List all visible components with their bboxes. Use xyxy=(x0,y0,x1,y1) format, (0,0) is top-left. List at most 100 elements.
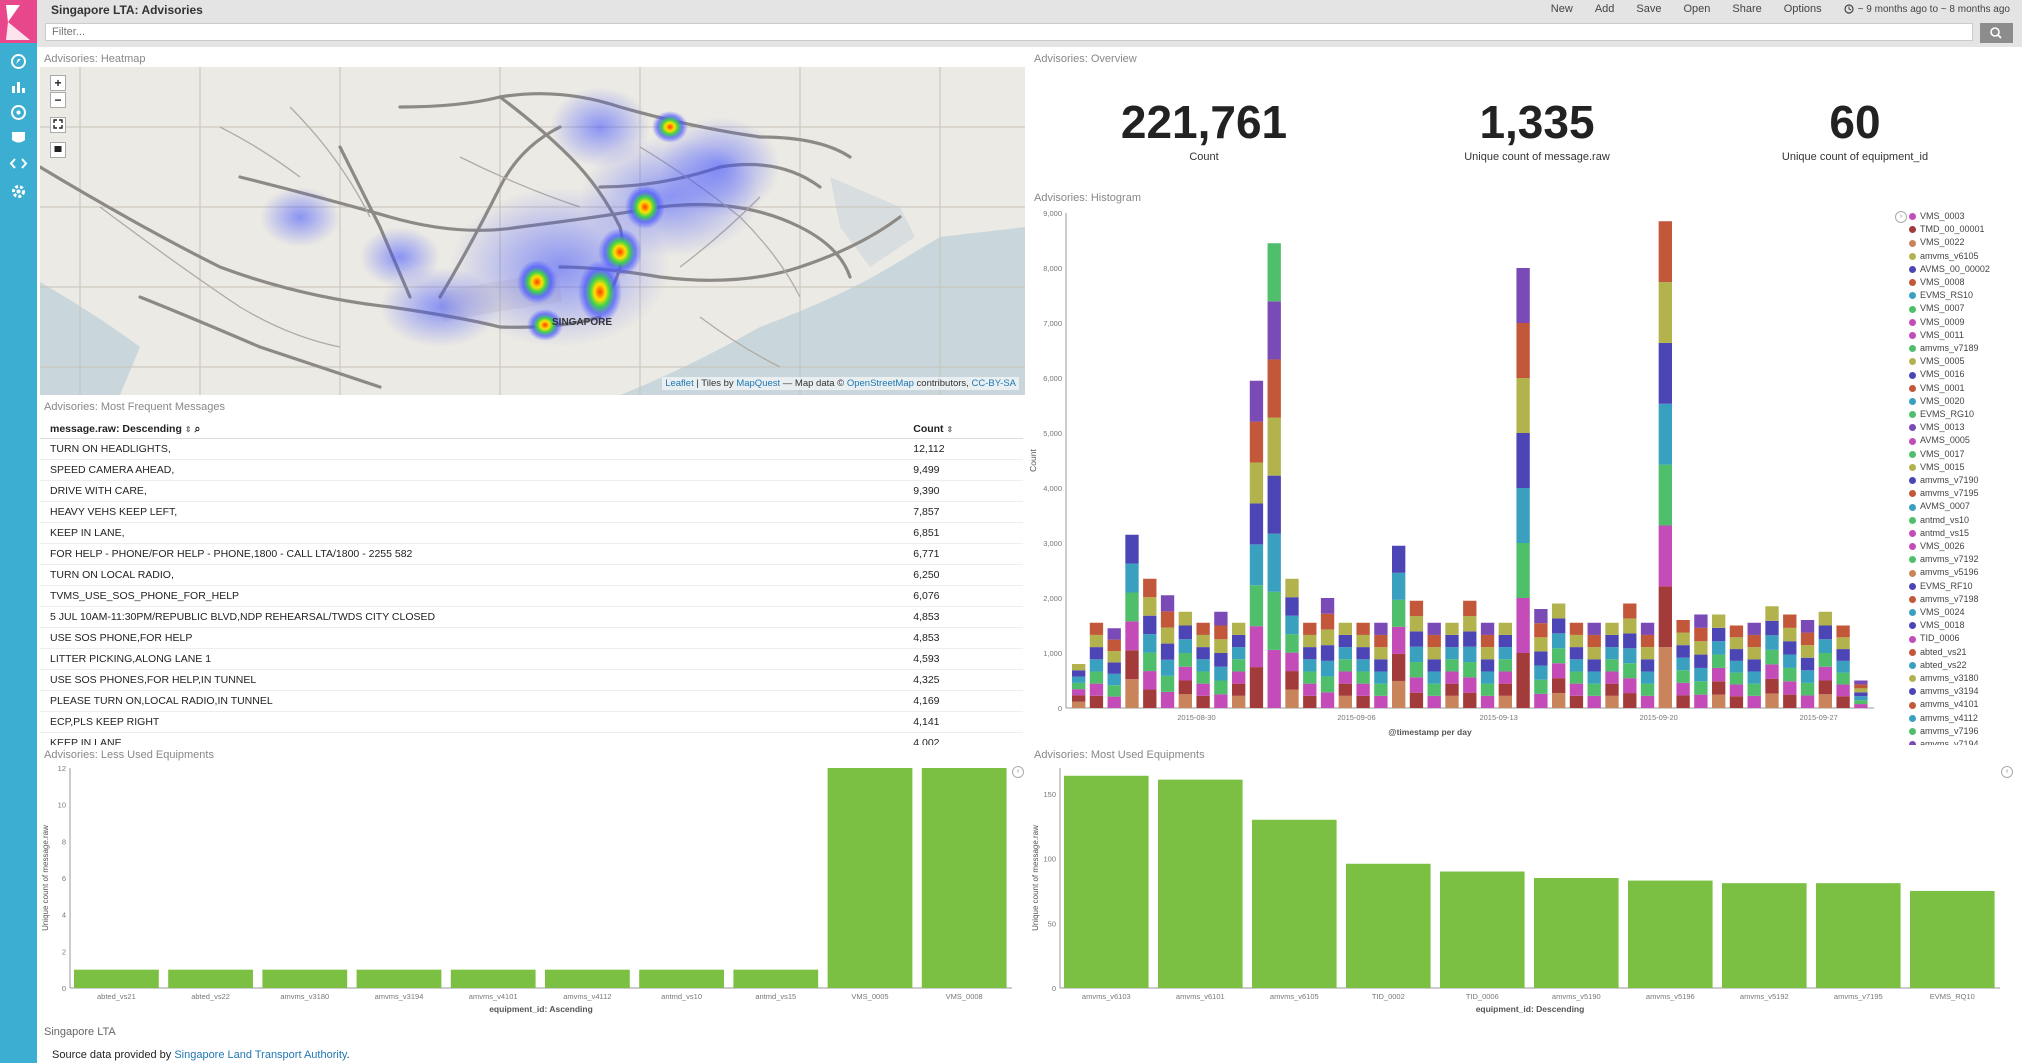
discover-icon[interactable] xyxy=(9,52,28,71)
legend-item[interactable]: antmd_vs15 xyxy=(1909,528,1969,538)
new-button[interactable]: New xyxy=(1551,3,1573,15)
legend-item[interactable]: amvms_v5196 xyxy=(1909,567,1979,577)
message-cell[interactable]: 5 JUL 10AM-11:30PM/REPUBLIC BLVD,NDP REH… xyxy=(40,611,903,623)
message-cell[interactable]: KEEP IN LANE xyxy=(40,737,903,745)
zoom-out-button[interactable]: − xyxy=(50,92,66,108)
count-column-header[interactable]: Count ⇕ xyxy=(903,423,1023,435)
fit-bounds-icon[interactable] xyxy=(50,117,66,133)
table-row[interactable]: TURN ON LOCAL RADIO, 6,250 xyxy=(40,565,1023,586)
mapquest-link[interactable]: MapQuest xyxy=(736,378,780,389)
legend-item[interactable]: TID_0006 xyxy=(1909,633,1960,643)
legend-item[interactable]: amvms_v3180 xyxy=(1909,673,1979,683)
legend-item[interactable]: VMS_0011 xyxy=(1909,330,1964,340)
legend-item[interactable]: amvms_v4112 xyxy=(1909,713,1978,723)
options-button[interactable]: Options xyxy=(1784,3,1822,15)
legend-item[interactable]: amvms_v3194 xyxy=(1909,686,1979,696)
legend-item[interactable]: AVMS_0005 xyxy=(1909,435,1970,445)
table-row[interactable]: USE SOS PHONES,FOR HELP,IN TUNNEL 4,325 xyxy=(40,670,1023,691)
filter-input[interactable] xyxy=(45,23,1973,41)
legend-item[interactable]: abted_vs22 xyxy=(1909,660,1967,670)
table-row[interactable]: PLEASE TURN ON,LOCAL RADIO,IN TUNNEL 4,16… xyxy=(40,691,1023,712)
legend-item[interactable]: VMS_0003 xyxy=(1909,211,1965,221)
legend-item[interactable]: VMS_0015 xyxy=(1909,462,1965,472)
message-cell[interactable]: USE SOS PHONES,FOR HELP,IN TUNNEL xyxy=(40,674,903,686)
message-cell[interactable]: LITTER PICKING,ALONG LANE 1 xyxy=(40,653,903,665)
time-picker[interactable]: ~ 9 months ago to ~ 8 months ago xyxy=(1844,3,2010,15)
table-row[interactable]: USE SOS PHONE,FOR HELP 4,853 xyxy=(40,628,1023,649)
legend-item[interactable]: VMS_0022 xyxy=(1909,237,1965,247)
table-row[interactable]: ECP,PLS KEEP RIGHT 4,141 xyxy=(40,712,1023,733)
table-row[interactable]: LITTER PICKING,ALONG LANE 1 4,593 xyxy=(40,649,1023,670)
message-cell[interactable]: PLEASE TURN ON,LOCAL RADIO,IN TUNNEL xyxy=(40,695,903,707)
openstreetmap-link[interactable]: OpenStreetMap xyxy=(847,378,914,389)
legend-item[interactable]: VMS_0017 xyxy=(1909,449,1965,459)
table-row[interactable]: DRIVE WITH CARE, 9,390 xyxy=(40,481,1023,502)
dashboard-icon[interactable] xyxy=(9,103,28,122)
legend-item[interactable]: AVMS_00_00002 xyxy=(1909,264,1990,274)
legend-item[interactable]: EVMS_RS10 xyxy=(1909,290,1973,300)
table-row[interactable]: FOR HELP - PHONE/FOR HELP - PHONE,1800 -… xyxy=(40,544,1023,565)
message-cell[interactable]: TURN ON LOCAL RADIO, xyxy=(40,569,903,581)
save-button[interactable]: Save xyxy=(1636,3,1661,15)
table-row[interactable]: KEEP IN LANE 4,002 xyxy=(40,733,1023,745)
timelion-icon[interactable] xyxy=(9,128,28,147)
message-cell[interactable]: TVMS_USE_SOS_PHONE_FOR_HELP xyxy=(40,590,903,602)
legend-item[interactable]: amvms_v6105 xyxy=(1909,251,1979,261)
legend-item[interactable]: VMS_0024 xyxy=(1909,607,1965,617)
message-cell[interactable]: TURN ON HEADLIGHTS, xyxy=(40,443,903,455)
table-row[interactable]: TVMS_USE_SOS_PHONE_FOR_HELP 6,076 xyxy=(40,586,1023,607)
table-row[interactable]: KEEP IN LANE, 6,851 xyxy=(40,523,1023,544)
heatmap-map[interactable]: SINGAPORE + − Leaflet | Tiles by MapQues… xyxy=(40,67,1025,395)
legend-item[interactable]: amvms_v7194 xyxy=(1909,739,1979,745)
search-icon[interactable]: ⌕ xyxy=(194,423,200,435)
sort-icon[interactable]: ⇕ xyxy=(185,425,192,434)
leaflet-link[interactable]: Leaflet xyxy=(665,378,694,389)
legend-item[interactable]: VMS_0026 xyxy=(1909,541,1965,551)
legend-item[interactable]: VMS_0008 xyxy=(1909,277,1965,287)
legend-item[interactable]: VMS_0005 xyxy=(1909,356,1965,366)
source-link[interactable]: Singapore Land Transport Authority xyxy=(174,1049,346,1061)
legend-item[interactable]: VMS_0016 xyxy=(1909,369,1965,379)
message-column-header[interactable]: message.raw: Descending ⇕ ⌕ xyxy=(40,423,903,436)
message-cell[interactable]: USE SOS PHONE,FOR HELP xyxy=(40,632,903,644)
legend-item[interactable]: TMD_00_00001 xyxy=(1909,224,1985,234)
legend-item[interactable]: VMS_0009 xyxy=(1909,317,1965,327)
legend-item[interactable]: amvms_v7198 xyxy=(1909,594,1979,604)
legend-item[interactable]: amvms_v7190 xyxy=(1909,475,1979,485)
legend-item[interactable]: VMS_0018 xyxy=(1909,620,1965,630)
table-row[interactable]: TURN ON HEADLIGHTS, 12,112 xyxy=(40,439,1023,460)
sort-icon[interactable]: ⇕ xyxy=(946,425,953,434)
message-cell[interactable]: ECP,PLS KEEP RIGHT xyxy=(40,716,903,728)
table-row[interactable]: 5 JUL 10AM-11:30PM/REPUBLIC BLVD,NDP REH… xyxy=(40,607,1023,628)
message-cell[interactable]: SPEED CAMERA AHEAD, xyxy=(40,464,903,476)
settings-icon[interactable] xyxy=(9,182,28,201)
table-row[interactable]: SPEED CAMERA AHEAD, 9,499 xyxy=(40,460,1023,481)
dev-tools-icon[interactable] xyxy=(9,154,28,173)
share-button[interactable]: Share xyxy=(1732,3,1761,15)
kibana-logo-icon[interactable] xyxy=(0,0,37,43)
legend-item[interactable]: VMS_0001 xyxy=(1909,383,1965,393)
legend-item[interactable]: antmd_vs10 xyxy=(1909,515,1969,525)
legend-item[interactable]: VMS_0020 xyxy=(1909,396,1965,406)
legend-item[interactable]: VMS_0013 xyxy=(1909,422,1965,432)
legend-item[interactable]: EVMS_RF10 xyxy=(1909,581,1973,591)
legend-item[interactable]: amvms_v7195 xyxy=(1909,488,1979,498)
legend-toggle-icon[interactable]: › xyxy=(1895,211,1907,223)
legend-item[interactable]: EVMS_RG10 xyxy=(1909,409,1974,419)
less-used-legend-toggle-icon[interactable]: ‹ xyxy=(1012,766,1024,778)
draw-rectangle-icon[interactable] xyxy=(50,142,66,158)
table-row[interactable]: HEAVY VEHS KEEP LEFT, 7,857 xyxy=(40,502,1023,523)
add-button[interactable]: Add xyxy=(1595,3,1615,15)
legend-item[interactable]: AVMS_0007 xyxy=(1909,501,1970,511)
legend-item[interactable]: VMS_0007 xyxy=(1909,303,1965,313)
visualize-icon[interactable] xyxy=(9,77,28,96)
open-button[interactable]: Open xyxy=(1683,3,1710,15)
message-cell[interactable]: FOR HELP - PHONE/FOR HELP - PHONE,1800 -… xyxy=(40,548,903,560)
zoom-in-button[interactable]: + xyxy=(50,75,66,91)
legend-item[interactable]: amvms_v7192 xyxy=(1909,554,1979,564)
search-button[interactable] xyxy=(1980,23,2013,43)
legend-item[interactable]: amvms_v7196 xyxy=(1909,726,1979,736)
message-cell[interactable]: HEAVY VEHS KEEP LEFT, xyxy=(40,506,903,518)
legend-item[interactable]: amvms_v7189 xyxy=(1909,343,1979,353)
most-used-legend-toggle-icon[interactable]: ‹ xyxy=(2001,766,2013,778)
